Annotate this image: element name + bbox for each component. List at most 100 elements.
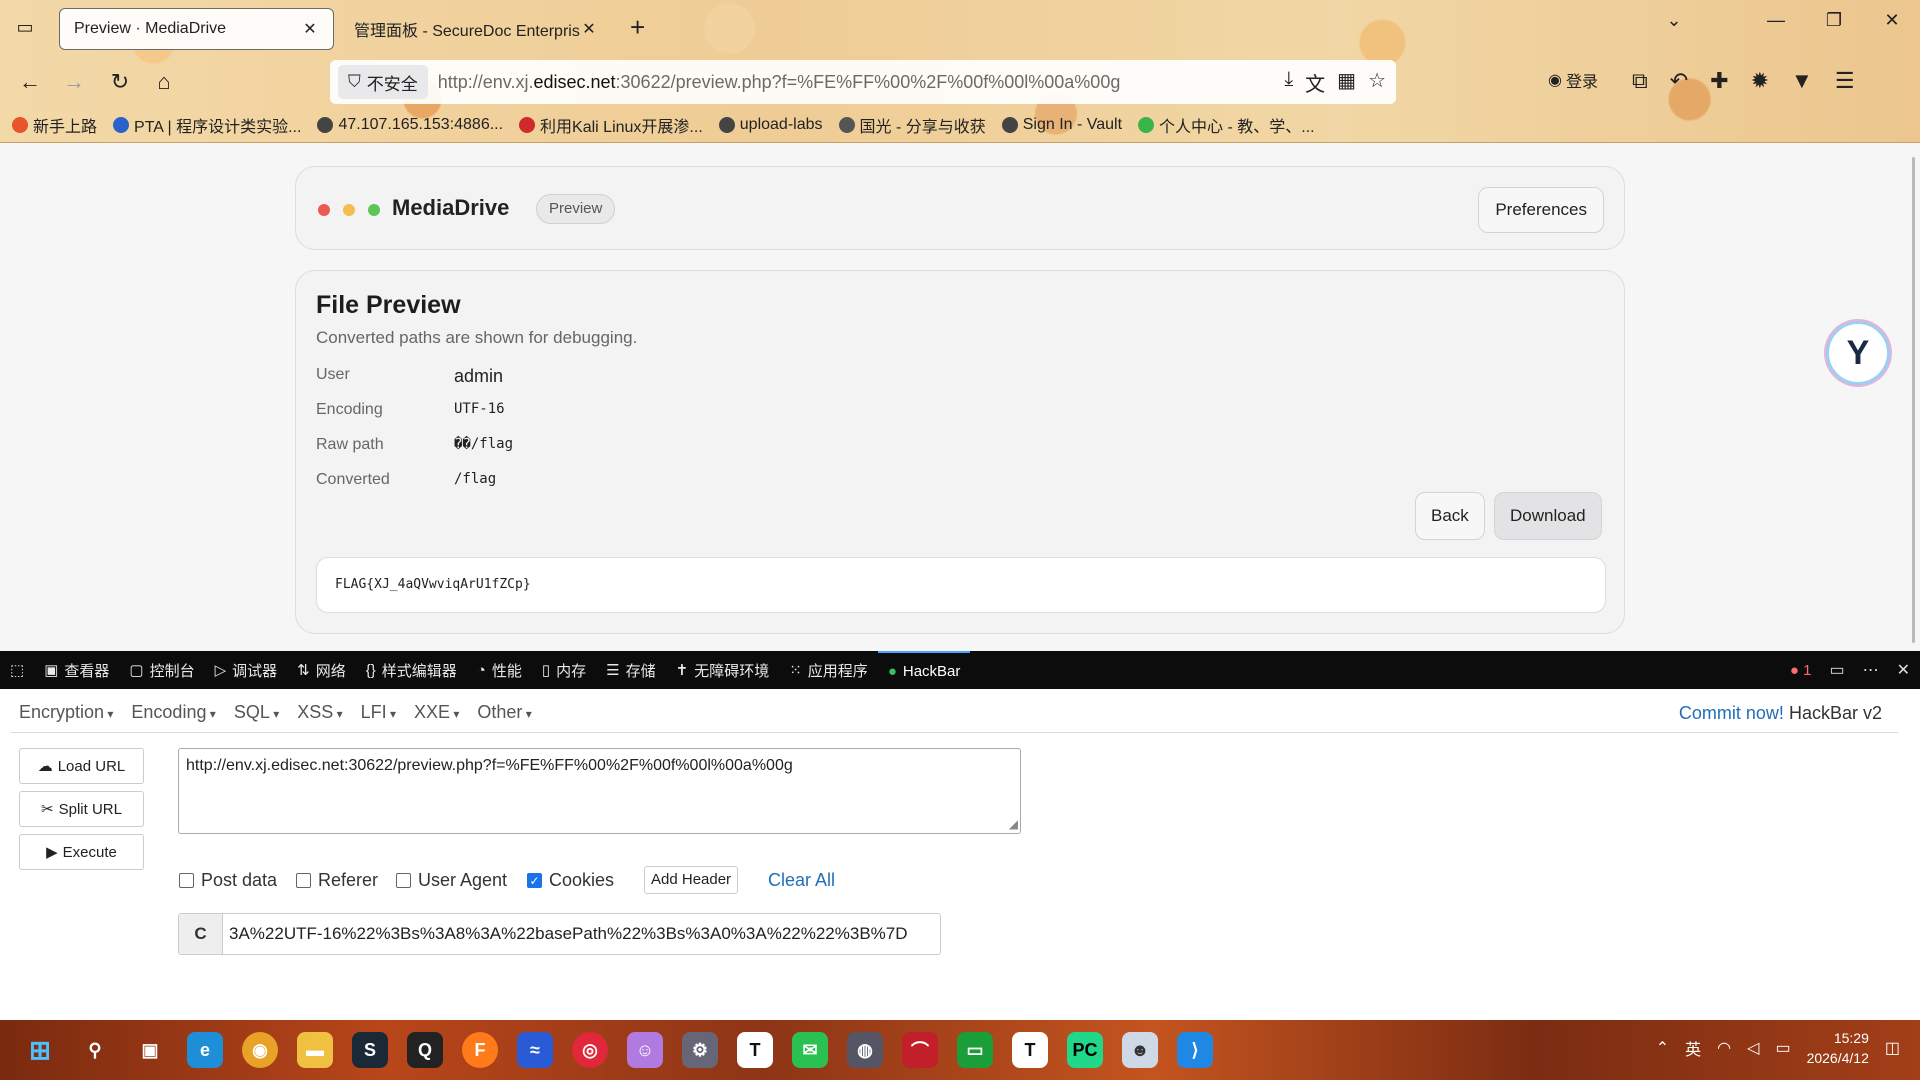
- option-user-agent[interactable]: User Agent: [396, 870, 507, 891]
- clock[interactable]: 15:29 2026/4/12: [1807, 1028, 1869, 1068]
- tab-application[interactable]: ⁙ 应用程序: [779, 651, 878, 689]
- close-icon[interactable]: ✕: [301, 19, 319, 39]
- tab-debugger[interactable]: ▷ 调试器: [205, 651, 288, 689]
- app-screen-icon[interactable]: ▭: [957, 1032, 993, 1068]
- minimize-icon[interactable]: —: [1760, 10, 1792, 31]
- qr-code-icon[interactable]: ▦: [1337, 68, 1356, 97]
- option-cookies[interactable]: ✓ Cookies: [527, 870, 614, 891]
- tab-hackbar[interactable]: ● HackBar: [877, 651, 971, 689]
- preferences-button[interactable]: Preferences: [1478, 187, 1604, 233]
- element-picker-icon[interactable]: ⬚: [0, 651, 34, 689]
- menu-other[interactable]: Other: [468, 702, 540, 723]
- tab-storage[interactable]: ☰ 存储: [596, 651, 665, 689]
- typora-icon[interactable]: T: [737, 1032, 773, 1068]
- vscode-icon[interactable]: ⟩: [1177, 1032, 1213, 1068]
- task-view-icon[interactable]: ▣: [132, 1032, 168, 1068]
- steam-icon[interactable]: S: [352, 1032, 388, 1068]
- menu-xss[interactable]: XSS: [288, 702, 351, 723]
- tab-list-icon[interactable]: ▭: [12, 14, 38, 40]
- bookmark-item[interactable]: 个人中心 - 教、学、...: [1138, 113, 1315, 137]
- search-icon[interactable]: ⚲: [77, 1032, 113, 1068]
- bookmark-star-icon[interactable]: ☆: [1368, 68, 1386, 97]
- edge-icon[interactable]: e: [187, 1032, 223, 1068]
- chevron-down-icon[interactable]: ⌄: [1658, 10, 1690, 31]
- undo-icon[interactable]: ↶: [1670, 68, 1688, 94]
- tab-performance[interactable]: ◔ 性能: [467, 651, 532, 689]
- windows-start-icon[interactable]: ⊞: [22, 1032, 58, 1068]
- reload-icon[interactable]: ↻: [104, 66, 136, 98]
- firefox-icon[interactable]: F: [462, 1032, 498, 1068]
- netease-music-icon[interactable]: ◎: [572, 1032, 608, 1068]
- bookmark-item[interactable]: PTA | 程序设计类实验...: [113, 113, 301, 137]
- more-options-icon[interactable]: ⋯: [1863, 660, 1879, 680]
- url-bar[interactable]: ⛉ 不安全 http://env.xj.edisec.net:30622/pre…: [330, 60, 1396, 104]
- cat-app-icon[interactable]: ☺: [627, 1032, 663, 1068]
- back-button[interactable]: Back: [1415, 492, 1485, 540]
- error-count-badge[interactable]: ● 1: [1790, 662, 1812, 679]
- tab-network[interactable]: ⇅ 网络: [287, 651, 356, 689]
- resize-handle-icon[interactable]: ◢: [1009, 817, 1018, 831]
- tab-inspector[interactable]: ▣ 查看器: [34, 651, 119, 689]
- app-red-icon[interactable]: ⌒: [902, 1032, 938, 1068]
- assistant-widget-icon[interactable]: Y: [1826, 321, 1890, 385]
- tab-mediadrive[interactable]: Preview · MediaDrive ✕: [59, 8, 334, 50]
- bookmark-item[interactable]: 47.107.165.153:4886...: [317, 116, 503, 134]
- back-icon[interactable]: ←: [14, 66, 46, 98]
- tab-accessibility[interactable]: ✝ 无障碍环境: [666, 651, 780, 689]
- new-tab-icon[interactable]: +: [630, 12, 645, 42]
- close-window-icon[interactable]: ✕: [1876, 10, 1908, 31]
- menu-sql[interactable]: SQL: [225, 702, 288, 723]
- option-referer[interactable]: Referer: [296, 870, 378, 891]
- chevron-up-icon[interactable]: ⌃: [1656, 1038, 1669, 1058]
- url-textarea[interactable]: http://env.xj.edisec.net:30622/preview.p…: [178, 748, 1021, 834]
- clear-all-link[interactable]: Clear All: [768, 870, 835, 891]
- app-network-icon[interactable]: ◍: [847, 1032, 883, 1068]
- pycharm-icon[interactable]: PC: [1067, 1032, 1103, 1068]
- checkbox[interactable]: [296, 873, 311, 888]
- menu-encoding[interactable]: Encoding: [122, 702, 224, 723]
- extensions-icon[interactable]: ✚: [1710, 68, 1728, 94]
- notification-icon[interactable]: ◫: [1885, 1038, 1900, 1058]
- home-icon[interactable]: ⌂: [148, 66, 180, 98]
- ime-indicator[interactable]: 英: [1685, 1036, 1701, 1060]
- qq-icon[interactable]: Q: [407, 1032, 443, 1068]
- menu-xxe[interactable]: XXE: [405, 702, 468, 723]
- cookie-input[interactable]: 3A%22UTF-16%22%3Bs%3A8%3A%22basePath%22%…: [223, 914, 940, 954]
- tab-securedoc[interactable]: 管理面板 - SecureDoc Enterprise ✕: [340, 8, 612, 50]
- security-badge[interactable]: ⛉ 不安全: [338, 65, 428, 99]
- option-post-data[interactable]: Post data: [179, 870, 277, 891]
- scrollbar[interactable]: [1912, 157, 1915, 643]
- avatar-app-icon[interactable]: ☻: [1122, 1032, 1158, 1068]
- wifi-icon[interactable]: ◠: [1717, 1038, 1731, 1058]
- translate-icon[interactable]: 文: [1305, 68, 1325, 97]
- account-button[interactable]: ◉ 登录: [1548, 68, 1598, 92]
- tab-style-editor[interactable]: {} 样式编辑器: [356, 651, 467, 689]
- commit-link[interactable]: Commit now!: [1679, 703, 1784, 723]
- load-url-button[interactable]: ☁ Load URL: [19, 748, 144, 784]
- extension-v-icon[interactable]: ▼: [1791, 68, 1813, 94]
- checkbox[interactable]: [396, 873, 411, 888]
- url-text[interactable]: http://env.xj.edisec.net:30622/preview.p…: [438, 72, 1121, 93]
- dock-icon[interactable]: ▭: [1829, 660, 1844, 680]
- split-url-button[interactable]: ✂ Split URL: [19, 791, 144, 827]
- menu-icon[interactable]: ☰: [1835, 68, 1855, 94]
- bookmark-item[interactable]: 新手上路: [12, 113, 97, 137]
- execute-button[interactable]: ▶ Execute: [19, 834, 144, 870]
- bookmark-item[interactable]: 国光 - 分享与收获: [838, 113, 986, 137]
- forward-icon[interactable]: →: [58, 66, 90, 98]
- download-button[interactable]: Download: [1494, 492, 1602, 540]
- typora-icon[interactable]: T: [1012, 1032, 1048, 1068]
- extension-fox-icon[interactable]: ✹: [1751, 68, 1769, 94]
- restore-icon[interactable]: ❐: [1818, 10, 1850, 31]
- close-icon[interactable]: ✕: [580, 19, 598, 39]
- checkbox[interactable]: [179, 873, 194, 888]
- tab-console[interactable]: ▢ 控制台: [119, 651, 204, 689]
- install-icon[interactable]: ⤓: [1284, 68, 1293, 97]
- app-wave-icon[interactable]: ≈: [517, 1032, 553, 1068]
- chrome-icon[interactable]: ◉: [242, 1032, 278, 1068]
- menu-encryption[interactable]: Encryption: [10, 702, 122, 723]
- menu-lfi[interactable]: LFI: [352, 702, 405, 723]
- tab-memory[interactable]: ▯ 内存: [532, 651, 596, 689]
- checkbox-checked[interactable]: ✓: [527, 873, 542, 888]
- app-gear-icon[interactable]: ⚙: [682, 1032, 718, 1068]
